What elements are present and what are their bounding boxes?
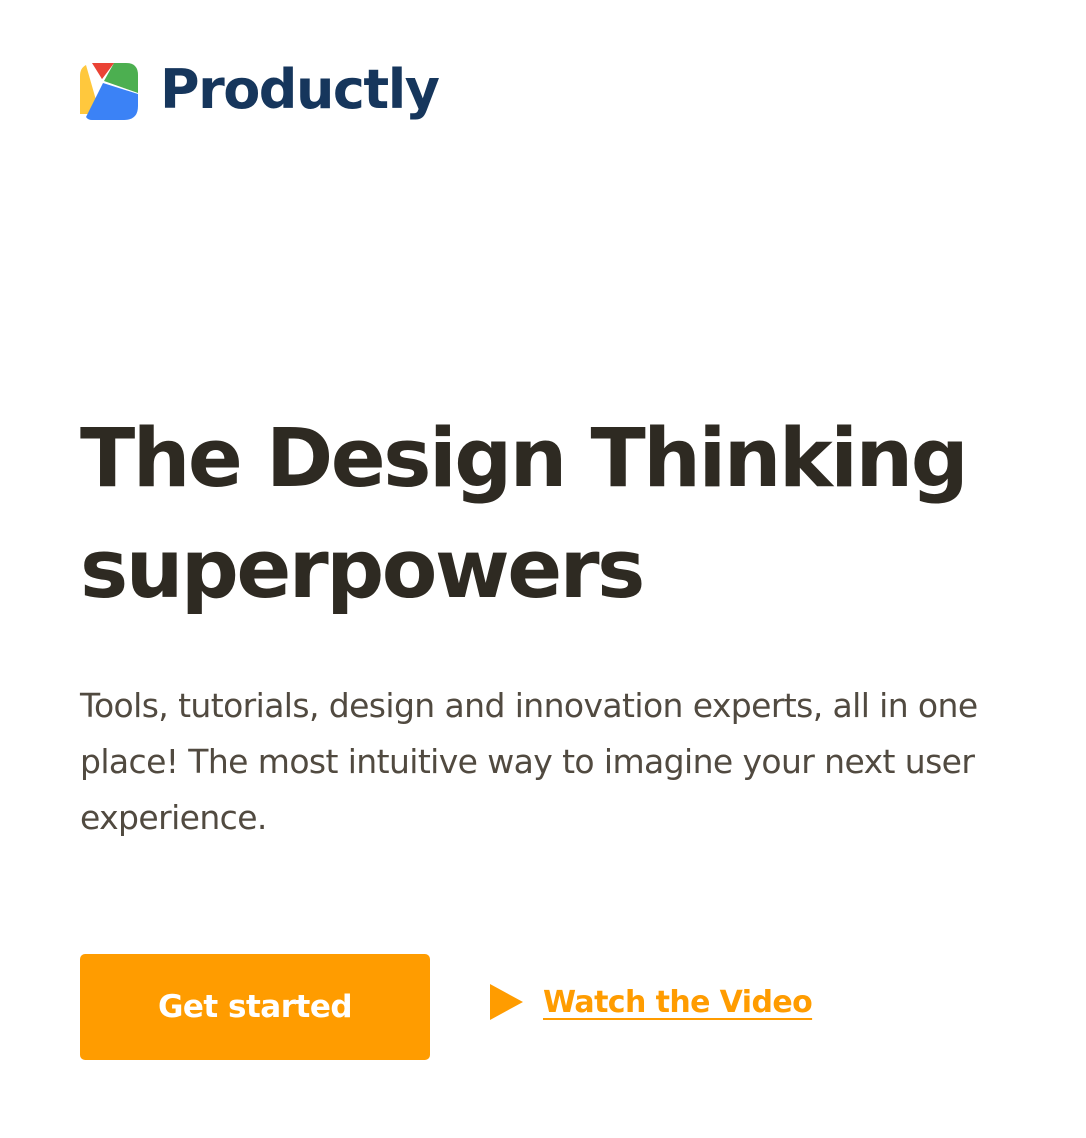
watch-video-label: Watch the Video (543, 984, 813, 1020)
get-started-button[interactable]: Get started (80, 954, 430, 1060)
play-icon (490, 984, 523, 1020)
hero-headline: The Design Thinking superpowers (80, 412, 969, 617)
brand-name: Productly (160, 58, 440, 121)
watch-video-link[interactable]: Watch the Video (490, 984, 813, 1020)
brand-logo-link[interactable]: Productly (80, 58, 440, 121)
hero-subtext: Tools, tutorials, design and innovation … (80, 686, 978, 837)
multicolor-petal-logo-icon (80, 63, 138, 120)
